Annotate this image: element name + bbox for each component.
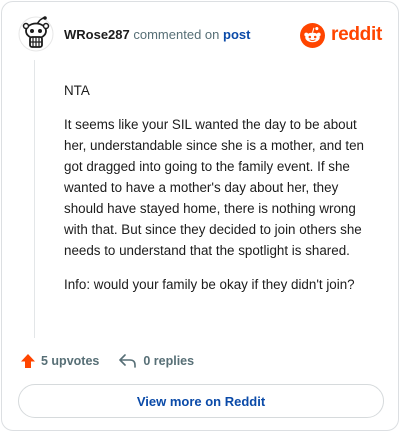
reply-count: 0 replies xyxy=(143,354,195,368)
comment-actions: 5 upvotes 0 replies xyxy=(20,350,194,372)
commenter-line: WRose287 commented on post xyxy=(64,27,250,43)
comment-paragraph: NTA xyxy=(64,83,90,98)
thread-line xyxy=(34,60,35,338)
upvote-button[interactable]: 5 upvotes xyxy=(20,353,99,369)
view-more-button[interactable]: View more on Reddit xyxy=(18,384,384,418)
username[interactable]: WRose287 xyxy=(64,27,130,42)
post-link[interactable]: post xyxy=(223,27,250,42)
reply-button[interactable]: 0 replies xyxy=(119,353,194,369)
snoo-avatar-icon[interactable] xyxy=(18,16,54,52)
comment-body: NTA It seems like your SIL wanted the da… xyxy=(64,80,379,308)
reddit-brand[interactable]: reddit xyxy=(300,22,382,48)
reply-arrow-icon xyxy=(119,354,137,368)
comment-header: WRose287 commented on post reddit xyxy=(2,2,398,72)
reddit-logo-icon xyxy=(300,22,326,48)
embedded-comment-card: WRose287 commented on post reddit NTA It… xyxy=(1,1,399,431)
comment-paragraph: It seems like your SIL wanted the day to… xyxy=(64,117,365,258)
upvote-count: 5 upvotes xyxy=(41,354,100,368)
reddit-wordmark: reddit xyxy=(331,24,382,45)
upvote-arrow-icon xyxy=(21,354,35,368)
comment-paragraph: Info: would your family be okay if they … xyxy=(64,277,355,292)
action-text: commented on xyxy=(133,27,220,42)
